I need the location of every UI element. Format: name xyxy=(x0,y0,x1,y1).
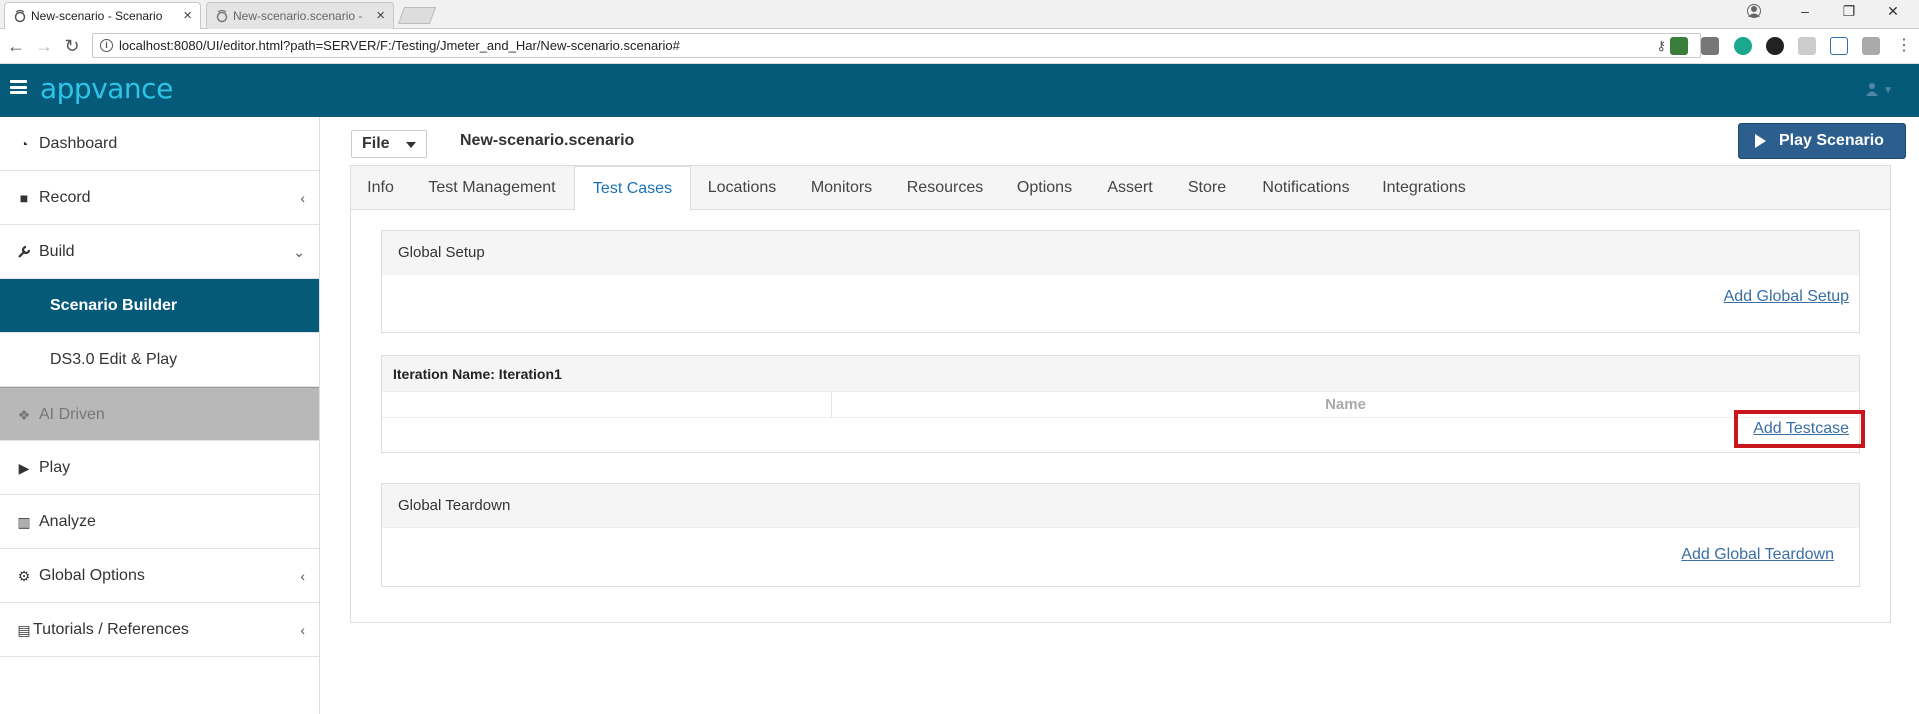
extension-icon[interactable] xyxy=(1766,37,1784,55)
sidebar-item-analyze[interactable]: ▥ Analyze xyxy=(0,495,319,549)
tab-test-management[interactable]: Test Management xyxy=(410,166,574,210)
appvance-favicon-icon xyxy=(14,9,26,23)
scenario-tabs: Info Test Management Test Cases Location… xyxy=(351,166,1890,211)
sidebar-item-record[interactable]: ■ Record ‹ xyxy=(0,171,319,225)
iteration-card: Iteration Name: Iteration1 Name Add Test… xyxy=(381,355,1860,453)
extension-icon[interactable] xyxy=(1798,37,1816,55)
address-bar[interactable]: i localhost:8080/UI/editor.html?path=SER… xyxy=(92,33,1701,58)
sidebar-item-label: Scenario Builder xyxy=(50,297,178,314)
restore-button[interactable]: ❐ xyxy=(1839,3,1859,23)
tab-options[interactable]: Options xyxy=(1000,166,1089,210)
sidebar-item-dashboard[interactable]: ◔ Dashboard xyxy=(0,117,319,171)
cubes-icon: ❖ xyxy=(17,407,31,423)
tab-assert[interactable]: Assert xyxy=(1089,166,1171,210)
tab-info[interactable]: Info xyxy=(351,166,410,210)
sidebar-item-ds3-edit-play[interactable]: DS3.0 Edit & Play xyxy=(0,333,319,387)
extension-icon[interactable] xyxy=(1670,37,1688,55)
video-camera-icon: ■ xyxy=(19,190,29,206)
sidebar-item-tutorials[interactable]: ▤ Tutorials / References ‹ xyxy=(0,603,319,657)
extension-icon[interactable] xyxy=(1701,37,1719,55)
global-teardown-title: Global Teardown xyxy=(382,484,1859,528)
sidebar-item-label: Record xyxy=(39,189,91,206)
browser-tab-label: New-scenario.scenario - xyxy=(233,9,363,23)
browser-tab-scenario-file[interactable]: New-scenario.scenario - × xyxy=(206,2,394,29)
caret-down-icon xyxy=(406,142,416,148)
profile-icon[interactable] xyxy=(1747,4,1761,18)
sidebar: ◔ Dashboard ■ Record ‹ Build ⌄ Scenario … xyxy=(0,117,320,714)
browser-tab-label: New-scenario - Scenario xyxy=(31,9,163,23)
add-global-setup-link[interactable]: Add Global Setup xyxy=(1724,288,1849,306)
play-scenario-label: Play Scenario xyxy=(1779,132,1884,149)
add-global-teardown-link[interactable]: Add Global Teardown xyxy=(1681,546,1834,564)
sidebar-item-label: Play xyxy=(39,459,71,476)
wrench-icon xyxy=(15,225,33,281)
play-icon xyxy=(1755,134,1766,148)
tab-notifications[interactable]: Notifications xyxy=(1243,166,1369,210)
cogs-icon: ⚙ xyxy=(17,568,31,584)
appvance-favicon-icon xyxy=(216,9,228,23)
sidebar-item-build[interactable]: Build ⌄ xyxy=(0,225,319,279)
annotation-highlight-box xyxy=(1734,410,1865,448)
global-setup-title: Global Setup xyxy=(382,231,1859,275)
app-header: appvance ▼ xyxy=(0,64,1919,117)
extension-icon[interactable] xyxy=(1830,37,1848,55)
extension-icon[interactable] xyxy=(1862,37,1880,55)
tab-integrations[interactable]: Integrations xyxy=(1369,166,1479,210)
sidebar-item-label: Build xyxy=(39,243,75,260)
browser-tab-scenario[interactable]: New-scenario - Scenario × xyxy=(4,2,201,29)
sidebar-item-label: Global Options xyxy=(39,567,145,584)
scenario-name: New-scenario.scenario xyxy=(460,132,635,149)
tab-test-cases[interactable]: Test Cases xyxy=(574,166,691,211)
tab-store[interactable]: Store xyxy=(1171,166,1243,210)
key-icon[interactable]: ⚷ xyxy=(1656,34,1666,57)
testcase-table-header: Name xyxy=(382,392,1859,418)
file-menu-label: File xyxy=(362,135,390,152)
browser-tab-strip: New-scenario - Scenario × New-scenario.s… xyxy=(0,0,1919,29)
bar-chart-icon: ▥ xyxy=(17,514,31,530)
tab-locations[interactable]: Locations xyxy=(691,166,793,210)
close-tab-icon[interactable]: × xyxy=(183,3,192,29)
chevron-left-icon: ‹ xyxy=(300,568,305,584)
iteration-name: Iteration Name: Iteration1 xyxy=(382,356,1859,392)
sidebar-item-play[interactable]: ▶ Play xyxy=(0,441,319,495)
book-icon: ▤ xyxy=(17,622,31,638)
file-menu-button[interactable]: File xyxy=(351,130,427,158)
sidebar-item-label: Analyze xyxy=(39,513,96,530)
sidebar-item-label: Dashboard xyxy=(39,135,118,152)
close-window-button[interactable]: ✕ xyxy=(1883,3,1903,23)
user-menu-icon[interactable]: ▼ xyxy=(1865,82,1893,99)
sidebar-item-scenario-builder[interactable]: Scenario Builder xyxy=(0,279,319,333)
chevron-down-icon: ⌄ xyxy=(293,244,305,260)
browser-toolbar: ← → ↻ i localhost:8080/UI/editor.html?pa… xyxy=(0,29,1919,64)
close-tab-icon[interactable]: × xyxy=(376,3,385,29)
sidebar-item-label: Tutorials / References xyxy=(33,621,189,638)
play-scenario-button[interactable]: Play Scenario xyxy=(1738,123,1906,159)
chevron-left-icon: ‹ xyxy=(300,622,305,638)
extension-icon[interactable] xyxy=(1734,37,1752,55)
minimize-button[interactable]: – xyxy=(1795,3,1815,23)
tab-monitors[interactable]: Monitors xyxy=(793,166,890,210)
global-teardown-card: Global Teardown Add Global Teardown xyxy=(381,483,1860,587)
new-tab-button[interactable] xyxy=(397,7,437,24)
info-icon[interactable]: i xyxy=(100,39,113,52)
sidebar-item-global-options[interactable]: ⚙ Global Options ‹ xyxy=(0,549,319,603)
appvance-logo: appvance xyxy=(40,72,173,105)
back-arrow-icon[interactable]: ← xyxy=(6,37,26,57)
browser-menu-icon[interactable]: ⋮ xyxy=(1894,37,1914,57)
play-icon: ▶ xyxy=(18,460,30,476)
hamburger-menu-icon[interactable] xyxy=(10,80,27,94)
reload-icon[interactable]: ↻ xyxy=(62,37,82,57)
url-text: localhost:8080/UI/editor.html?path=SERVE… xyxy=(119,38,680,53)
sidebar-item-label: AI Driven xyxy=(39,406,105,423)
sidebar-item-label: DS3.0 Edit & Play xyxy=(50,351,178,368)
tab-resources[interactable]: Resources xyxy=(890,166,1000,210)
sidebar-item-ai-driven: ❖ AI Driven xyxy=(0,387,319,441)
table-header-name: Name xyxy=(1325,396,1366,413)
chevron-left-icon: ‹ xyxy=(300,190,305,206)
table-header-cell xyxy=(382,392,832,418)
scenario-panel: Info Test Management Test Cases Location… xyxy=(350,165,1891,623)
global-setup-card: Global Setup Add Global Setup xyxy=(381,230,1860,333)
dashboard-icon: ◔ xyxy=(19,136,29,152)
forward-arrow-icon[interactable]: → xyxy=(34,37,54,57)
